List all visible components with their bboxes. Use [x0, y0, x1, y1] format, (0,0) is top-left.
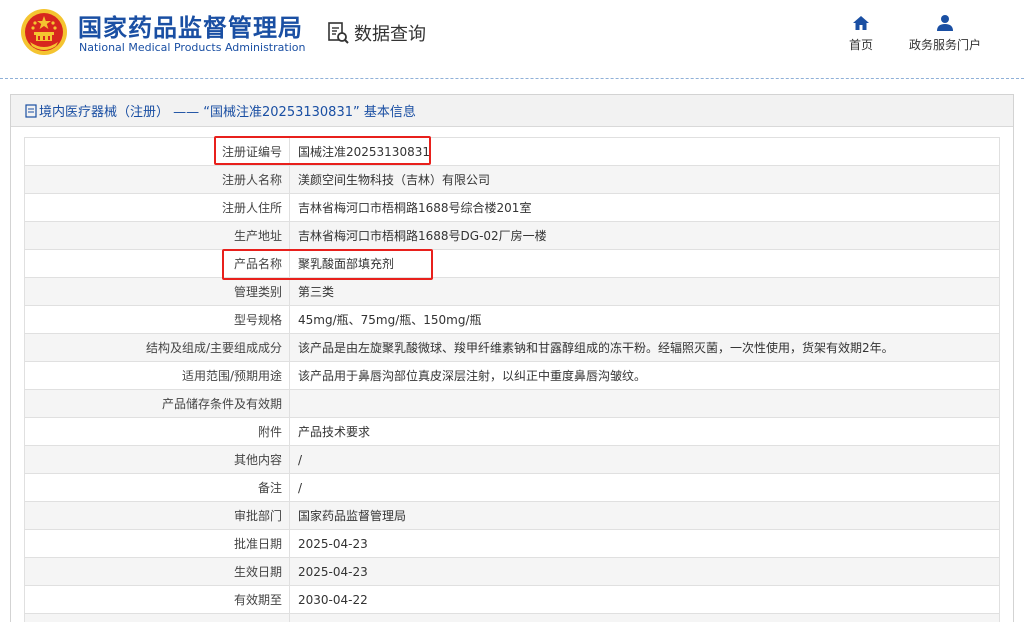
table-row: 批准日期 2025-04-23 [24, 529, 1000, 558]
data-query-label: 数据查询 [354, 24, 426, 45]
row-label: 注册证编号 [24, 137, 290, 166]
data-query-link[interactable]: 数据查询 [326, 18, 426, 48]
table-row: 生效日期 2025-04-23 [24, 557, 1000, 586]
row-value: / [289, 445, 1000, 474]
row-label: 生产地址 [24, 221, 290, 250]
document-search-icon [328, 22, 349, 44]
table-row: 注册人名称 渼颜空间生物科技（吉林）有限公司 [24, 165, 1000, 194]
row-value [289, 389, 1000, 418]
row-value: 2025-04-23 [289, 557, 1000, 586]
row-label: 其他内容 [24, 445, 290, 474]
row-label: 适用范围/预期用途 [24, 361, 290, 390]
header-divider [0, 78, 1024, 79]
brand-title[interactable]: 国家药品监督管理局 [78, 8, 303, 43]
table-row: 注册证编号 国械注准20253130831 [24, 137, 1000, 166]
home-icon [853, 16, 869, 30]
panel-title: 境内医疗器械（注册） —— “国械注准20253130831” 基本信息 [39, 105, 416, 120]
table-row [24, 613, 1000, 622]
nav-home-label: 首页 [848, 38, 873, 52]
national-emblem-icon [21, 9, 67, 55]
table-row: 审批部门 国家药品监督管理局 [24, 501, 1000, 530]
table-row: 产品名称 聚乳酸面部填充剂 [24, 249, 1000, 278]
document-icon [25, 103, 37, 118]
row-value: 该产品是由左旋聚乳酸微球、羧甲纤维素钠和甘露醇组成的冻干粉。经辐照灭菌，一次性使… [289, 333, 1000, 362]
table-row: 备注 / [24, 473, 1000, 502]
panel-header: 境内医疗器械（注册） —— “国械注准20253130831” 基本信息 [11, 95, 1013, 127]
table-row: 生产地址 吉林省梅河口市梧桐路1688号DG-02厂房一楼 [24, 221, 1000, 250]
row-value: 渼颜空间生物科技（吉林）有限公司 [289, 165, 1000, 194]
table-row: 有效期至 2030-04-22 [24, 585, 1000, 614]
row-label: 备注 [24, 473, 290, 502]
row-label: 生效日期 [24, 557, 290, 586]
detail-panel: 境内医疗器械（注册） —— “国械注准20253130831” 基本信息 注册证… [10, 94, 1014, 622]
user-icon [937, 15, 953, 31]
table-row: 注册人住所 吉林省梅河口市梧桐路1688号综合楼201室 [24, 193, 1000, 222]
row-label: 型号规格 [24, 305, 290, 334]
site-header: 国家药品监督管理局 National Medical Products Admi… [0, 0, 1024, 78]
row-label: 管理类别 [24, 277, 290, 306]
nav-home[interactable]: 首页 [842, 14, 880, 53]
table-row: 型号规格 45mg/瓶、75mg/瓶、150mg/瓶 [24, 305, 1000, 334]
row-value: 聚乳酸面部填充剂 [289, 249, 1000, 278]
row-label: 附件 [24, 417, 290, 446]
row-value: 产品技术要求 [289, 417, 1000, 446]
table-row: 适用范围/预期用途 该产品用于鼻唇沟部位真皮深层注射，以纠正中重度鼻唇沟皱纹。 [24, 361, 1000, 390]
row-value: 2030-04-22 [289, 585, 1000, 614]
row-label: 产品名称 [24, 249, 290, 278]
row-label: 审批部门 [24, 501, 290, 530]
row-value: / [289, 473, 1000, 502]
row-value [289, 613, 1000, 622]
nav-service-portal-label: 政务服务门户 [908, 38, 981, 52]
row-label: 有效期至 [24, 585, 290, 614]
table-row: 产品储存条件及有效期 [24, 389, 1000, 418]
brand-subtitle[interactable]: National Medical Products Administration [79, 41, 305, 54]
row-value: 该产品用于鼻唇沟部位真皮深层注射，以纠正中重度鼻唇沟皱纹。 [289, 361, 1000, 390]
registration-info-table: 注册证编号 国械注准20253130831 注册人名称 渼颜空间生物科技（吉林）有限公… [24, 137, 1000, 622]
row-label: 结构及组成/主要组成成分 [24, 333, 290, 362]
row-label: 注册人名称 [24, 165, 290, 194]
table-row: 其他内容 / [24, 445, 1000, 474]
row-value: 吉林省梅河口市梧桐路1688号综合楼201室 [289, 193, 1000, 222]
row-value: 吉林省梅河口市梧桐路1688号DG-02厂房一楼 [289, 221, 1000, 250]
table-row: 附件 产品技术要求 [24, 417, 1000, 446]
table-row: 结构及组成/主要组成成分 该产品是由左旋聚乳酸微球、羧甲纤维素钠和甘露醇组成的冻干… [24, 333, 1000, 362]
row-value: 国械注准20253130831 [289, 137, 1000, 166]
row-value: 45mg/瓶、75mg/瓶、150mg/瓶 [289, 305, 1000, 334]
row-value: 国家药品监督管理局 [289, 501, 1000, 530]
nav-service-portal[interactable]: 政务服务门户 [903, 14, 987, 53]
table-row: 管理类别 第三类 [24, 277, 1000, 306]
row-label: 注册人住所 [24, 193, 290, 222]
row-value: 2025-04-23 [289, 529, 1000, 558]
row-label: 产品储存条件及有效期 [24, 389, 290, 418]
row-label: 批准日期 [24, 529, 290, 558]
row-label [24, 613, 290, 622]
row-value: 第三类 [289, 277, 1000, 306]
